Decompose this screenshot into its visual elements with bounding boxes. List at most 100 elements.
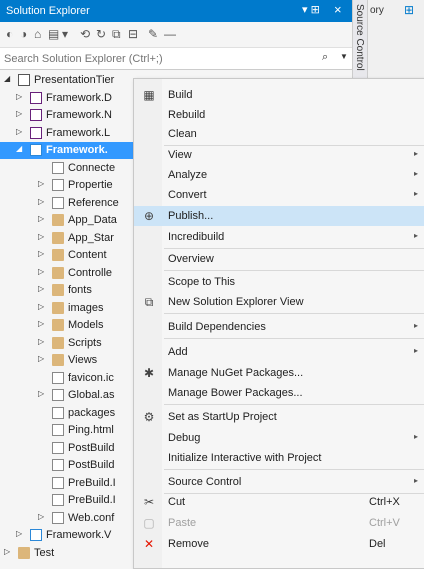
toolbar-button[interactable]: ⟲ [80, 27, 90, 41]
menu-item-build[interactable]: ▦ Build [134, 85, 424, 105]
tree-item[interactable]: ▷ Content [0, 247, 150, 264]
tree-item[interactable]: ▷ Framework.N [0, 107, 150, 124]
search-input[interactable] [4, 51, 314, 67]
menu-item-paste[interactable]: ▢ Paste Ctrl+V [134, 513, 424, 533]
expand-arrow-icon[interactable]: ▷ [16, 92, 22, 101]
search-box[interactable]: ⌕ ▼ [0, 48, 352, 70]
toolbar-button[interactable]: ↻ [96, 27, 106, 41]
expand-arrow-icon[interactable]: ▷ [38, 389, 44, 398]
tree-item[interactable]: ▷ App_Star [0, 230, 150, 247]
menu-item-convert[interactable]: Convert ▸ [134, 185, 424, 205]
panel-title: Solution Explorer [6, 5, 90, 17]
tree-item[interactable]: ▷ Propertie [0, 177, 150, 194]
search-options-chevron-down-icon[interactable]: ▼ [340, 52, 348, 61]
expand-arrow-icon[interactable]: ▷ [38, 512, 44, 521]
toolbar-button[interactable]: ⊟ [128, 27, 138, 41]
file-icon [52, 511, 64, 524]
toolbar-button[interactable]: — [164, 27, 176, 41]
expand-arrow-icon[interactable]: ▷ [38, 337, 44, 346]
tree-item[interactable]: ◢ Framework. [0, 142, 150, 159]
tree-item-label: Framework.L [46, 126, 111, 139]
menu-item-cut[interactable]: ✂ Cut Ctrl+X [134, 492, 424, 512]
tree-item[interactable]: ▷ Web.conf [0, 510, 150, 527]
menu-item-label: Set as StartUp Project [168, 411, 277, 423]
expand-arrow-icon[interactable]: ▷ [38, 302, 44, 311]
menu-item-rebuild[interactable]: Rebuild [134, 105, 424, 125]
expand-arrow-icon[interactable]: ▷ [38, 267, 44, 276]
tree-item[interactable]: ▷ Controlle [0, 265, 150, 282]
toolbar-button[interactable]: ◑ [20, 27, 27, 41]
toolbar-button[interactable]: ⧉ [112, 27, 121, 42]
expand-arrow-icon[interactable]: ▷ [16, 529, 22, 538]
menu-item-new-solution-explorer-view[interactable]: ⧉ New Solution Explorer View [134, 292, 424, 312]
tree-item[interactable]: PreBuild.I [0, 475, 150, 492]
tree-item[interactable]: packages [0, 405, 150, 422]
tree-item[interactable]: PreBuild.I [0, 492, 150, 509]
tree-item[interactable]: ▷ Framework.V [0, 527, 150, 544]
tree-item-label: Views [68, 354, 98, 366]
webproj-icon [30, 529, 42, 541]
menu-separator [164, 493, 424, 494]
pin-icon[interactable]: ▾ ⊞ [302, 3, 320, 16]
menu-item-incredibuild[interactable]: Incredibuild ▸ [134, 227, 424, 247]
toolbar-button[interactable]: ▤ [48, 27, 59, 41]
menu-item-set-as-startup-project[interactable]: ⚙ Set as StartUp Project [134, 407, 424, 427]
tree-item[interactable]: ▷ fonts [0, 282, 150, 299]
menu-item-scope-to-this[interactable]: Scope to This [134, 272, 424, 292]
menu-item-clean[interactable]: Clean [134, 124, 424, 144]
toolbar-button[interactable]: ⌂ [34, 27, 41, 41]
tree-item[interactable]: ▷ App_Data [0, 212, 150, 229]
grid-icon[interactable]: ⊞ [404, 3, 414, 17]
expand-arrow-icon[interactable]: ▷ [38, 197, 44, 206]
csproj-icon [30, 109, 42, 121]
expand-arrow-icon[interactable]: ▷ [38, 319, 44, 328]
tree-item[interactable]: ◢ PresentationTier [0, 72, 150, 89]
tree-item[interactable]: Ping.html [0, 422, 150, 439]
build-icon: ▦ [143, 88, 155, 102]
expand-arrow-icon[interactable]: ▷ [38, 214, 44, 223]
history-tab[interactable]: ory [370, 5, 384, 16]
search-icon[interactable]: ⌕ [322, 51, 328, 64]
tree-item[interactable]: PostBuild [0, 457, 150, 474]
menu-item-publish[interactable]: ⊕ Publish... [134, 206, 424, 226]
submenu-arrow-icon: ▸ [414, 169, 419, 178]
tree-item[interactable]: Connecte [0, 160, 150, 177]
menu-item-add[interactable]: Add ▸ [134, 342, 424, 362]
toolbar-button[interactable]: ✎ [148, 27, 158, 41]
close-icon[interactable]: × [334, 2, 342, 17]
tree-item[interactable]: PostBuild [0, 440, 150, 457]
menu-item-overview[interactable]: Overview [134, 249, 424, 269]
toolbar-button[interactable]: ◐ [6, 27, 13, 41]
tree-item[interactable]: ▷ Framework.D [0, 90, 150, 107]
tree-item[interactable]: ▷ Views [0, 352, 150, 369]
menu-item-view[interactable]: View ▸ [134, 145, 424, 165]
menu-item-initialize-interactive-with-project[interactable]: Initialize Interactive with Project [134, 448, 424, 468]
expand-arrow-icon[interactable]: ▷ [4, 547, 10, 556]
expand-arrow-icon[interactable]: ▷ [38, 232, 44, 241]
collapse-arrow-icon[interactable]: ◢ [4, 74, 10, 83]
expand-arrow-icon[interactable]: ▷ [16, 127, 22, 136]
menu-item-manage-nuget-packages[interactable]: ✱ Manage NuGet Packages... [134, 363, 424, 383]
tree-item[interactable]: ▷ Framework.L [0, 125, 150, 142]
tree-item[interactable]: ▷ Test [0, 545, 150, 562]
tree-item[interactable]: ▷ Scripts [0, 335, 150, 352]
menu-item-debug[interactable]: Debug ▸ [134, 428, 424, 448]
menu-item-remove[interactable]: ✕ Remove Del [134, 534, 424, 554]
expand-arrow-icon[interactable]: ▷ [16, 109, 22, 118]
menu-item-analyze[interactable]: Analyze ▸ [134, 165, 424, 185]
expand-arrow-icon[interactable]: ▷ [38, 354, 44, 363]
tree-item[interactable]: ▷ Global.as [0, 387, 150, 404]
tree-item[interactable]: favicon.ic [0, 370, 150, 387]
expand-arrow-icon[interactable]: ▷ [38, 284, 44, 293]
tree-item[interactable]: ▷ images [0, 300, 150, 317]
collapse-arrow-icon[interactable]: ◢ [16, 144, 22, 153]
toolbar-button[interactable]: ▾ [62, 27, 68, 41]
file-icon [52, 476, 64, 489]
menu-item-build-dependencies[interactable]: Build Dependencies ▸ [134, 317, 424, 337]
tree-item[interactable]: ▷ Models [0, 317, 150, 334]
expand-arrow-icon[interactable]: ▷ [38, 249, 44, 258]
tree-item[interactable]: ▷ Reference [0, 195, 150, 212]
menu-item-manage-bower-packages[interactable]: Manage Bower Packages... [134, 383, 424, 403]
menu-item-source-control[interactable]: Source Control ▸ [134, 472, 424, 492]
expand-arrow-icon[interactable]: ▷ [38, 179, 44, 188]
